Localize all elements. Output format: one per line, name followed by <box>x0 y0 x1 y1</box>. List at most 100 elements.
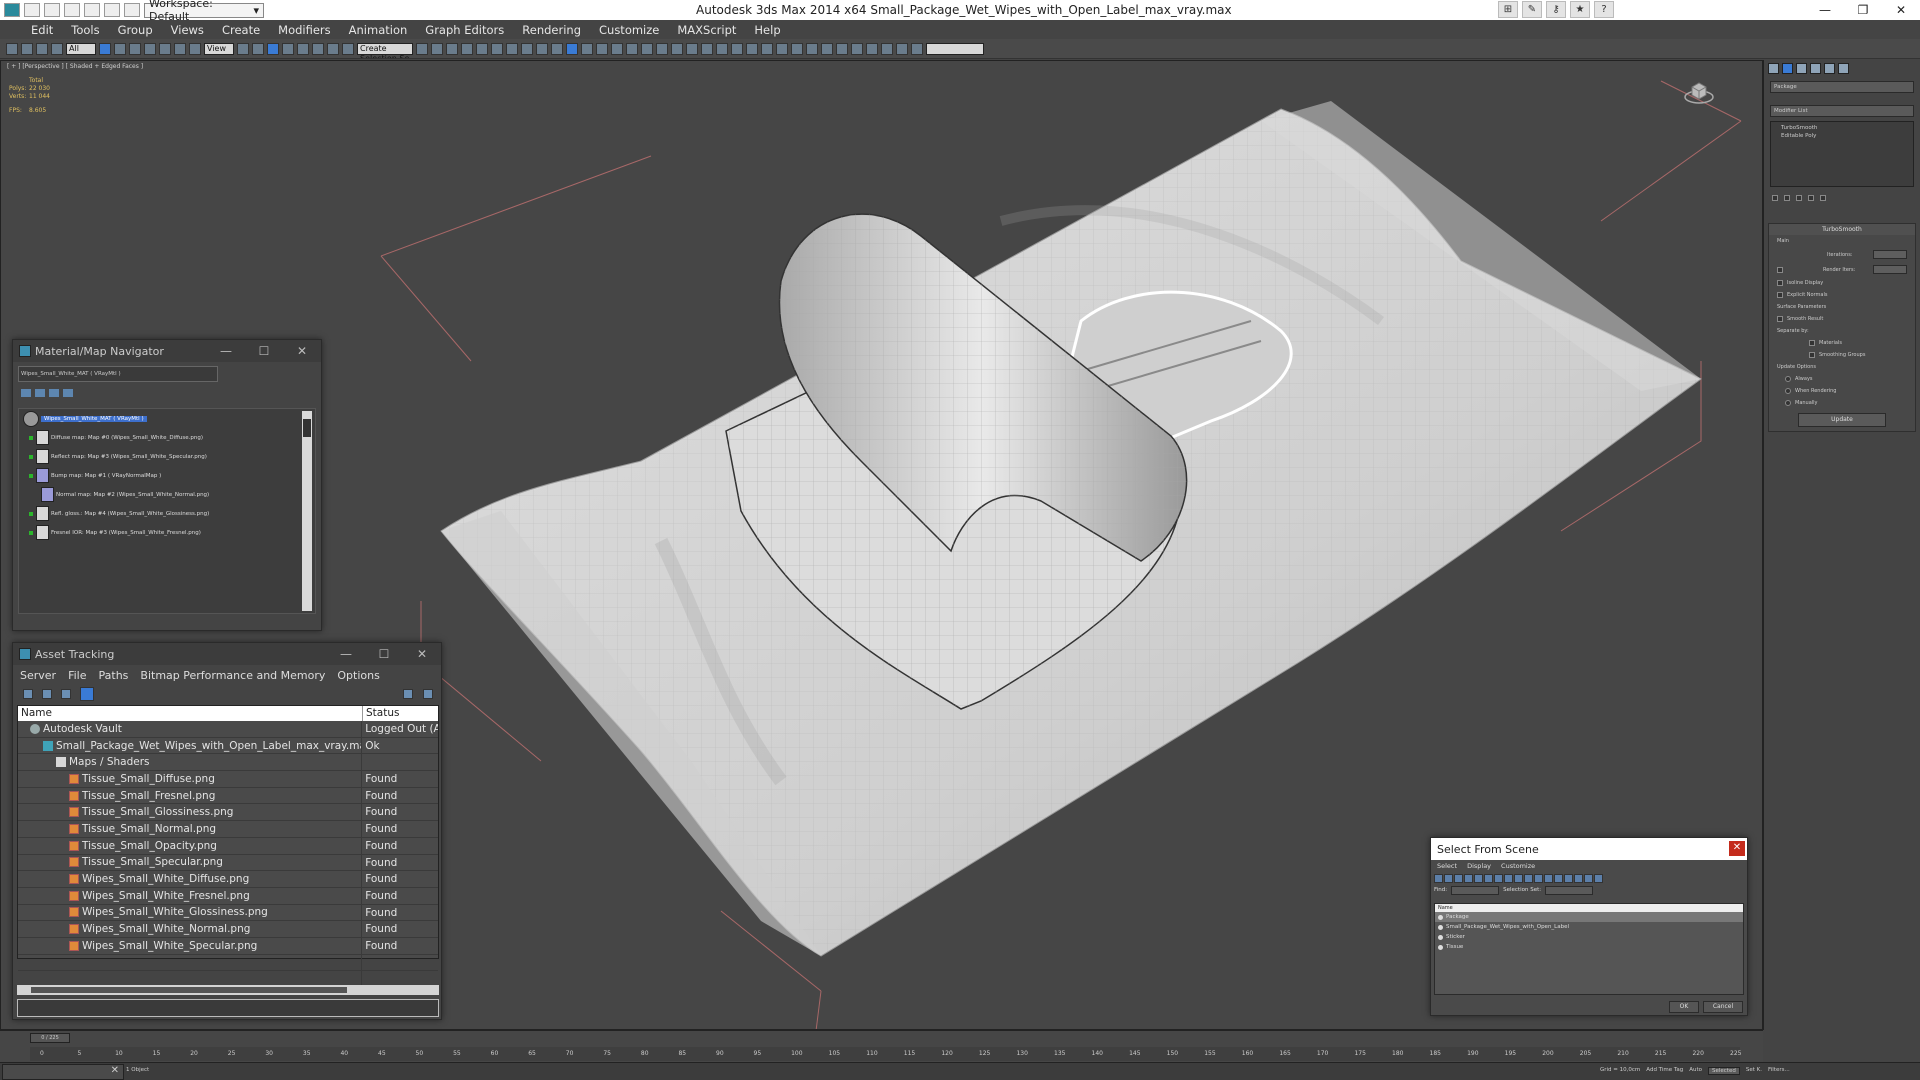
maximize-icon[interactable]: ❐ <box>1844 0 1882 20</box>
menu-help[interactable]: Help <box>745 23 789 37</box>
vray-plane-icon[interactable] <box>686 42 698 55</box>
set-key-button[interactable]: Set K. <box>1746 1067 1762 1075</box>
table-row[interactable]: Wipes_Small_White_Fresnel.png Found <box>18 887 438 905</box>
new-file-icon[interactable] <box>24 3 40 17</box>
undo-toolbar-icon[interactable] <box>6 42 18 55</box>
menu-edit[interactable]: Edit <box>22 23 62 37</box>
close-icon[interactable]: ✕ <box>403 643 441 665</box>
close-icon[interactable]: ✕ <box>1729 841 1745 856</box>
auto-key-button[interactable]: Auto <box>1689 1067 1702 1075</box>
tree-item-normal[interactable]: Normal map: Map #2 (Wipes_Small_White_No… <box>19 485 315 504</box>
filter-frozen-icon[interactable] <box>1534 873 1543 883</box>
select-from-scene-titlebar[interactable]: Select From Scene ✕ <box>1431 838 1747 860</box>
view-large-icons-icon[interactable] <box>63 389 73 397</box>
key-mode-dropdown[interactable]: Selected <box>1707 1067 1740 1075</box>
hierarchy-tab-icon[interactable] <box>1796 63 1807 74</box>
material-name-field[interactable]: Wipes_Small_White_MAT ( VRayMtl ) <box>18 366 218 382</box>
table-row[interactable]: Tissue_Small_Glossiness.png Found <box>18 804 438 822</box>
table-row[interactable]: Wipes_Small_White_Diffuse.png Found <box>18 871 438 888</box>
maxscript-listener-mini[interactable]: ✕ <box>2 1064 124 1080</box>
column-header-status[interactable]: Status <box>363 706 399 721</box>
filter-geometry-icon[interactable] <box>1434 873 1443 883</box>
close-icon[interactable]: ✕ <box>1882 0 1920 20</box>
table-row[interactable]: Tissue_Small_Diffuse.png Found <box>18 771 438 788</box>
vray-light-icon[interactable] <box>596 42 608 55</box>
sort-icon[interactable] <box>1594 873 1603 883</box>
column-header-name[interactable]: Name <box>1435 904 1743 912</box>
ok-button[interactable]: OK <box>1669 1001 1699 1013</box>
menu-rendering[interactable]: Rendering <box>513 23 590 37</box>
table-row[interactable]: Wipes_Small_White_Normal.png Found <box>18 921 438 938</box>
explicit-normals-checkbox[interactable] <box>1777 292 1783 298</box>
reference-coordinate-dropdown[interactable]: View <box>204 42 234 55</box>
vray-proxy-icon[interactable] <box>641 42 653 55</box>
filter-containers-icon[interactable] <box>1524 873 1533 883</box>
vray-mesh-export-icon[interactable] <box>701 42 713 55</box>
add-time-tag-label[interactable]: Add Time Tag <box>1646 1067 1683 1075</box>
settings-icon[interactable] <box>423 689 433 699</box>
stack-item-turbosmooth[interactable]: TurboSmooth <box>1775 124 1909 132</box>
selection-filter-dropdown[interactable]: All <box>66 42 96 55</box>
close-icon[interactable]: ✕ <box>283 340 321 362</box>
vray-bulb-icon[interactable] <box>731 42 743 55</box>
xref-icon[interactable] <box>881 42 893 55</box>
display-tab-icon[interactable] <box>1824 63 1835 74</box>
project-folder-icon[interactable] <box>124 3 140 17</box>
filter-cameras-icon[interactable] <box>1464 873 1473 883</box>
table-row[interactable]: Autodesk Vault Logged Out (Ass... <box>18 721 438 738</box>
filter-lights-icon[interactable] <box>1454 873 1463 883</box>
render-iters-spinner[interactable] <box>1873 265 1907 274</box>
viewport-label[interactable]: [ + ] [Perspective ] [ Shaded + Edged Fa… <box>7 63 143 70</box>
key-filters-button[interactable]: Filters... <box>1768 1067 1790 1075</box>
pin-stack-icon[interactable] <box>1772 195 1778 201</box>
menu-create[interactable]: Create <box>213 23 269 37</box>
view-list-icon[interactable] <box>21 389 31 397</box>
smoothing-groups-checkbox[interactable] <box>1809 352 1815 358</box>
update-button[interactable]: Update <box>1798 413 1886 427</box>
pivot-center-icon[interactable] <box>237 42 249 55</box>
tree-item-gloss[interactable]: Refl. gloss.: Map #4 (Wipes_Small_White_… <box>19 504 315 523</box>
minimize-icon[interactable]: — <box>207 340 245 362</box>
scrollbar-thumb[interactable] <box>303 419 311 437</box>
view-small-icons-icon[interactable] <box>49 389 59 397</box>
star-icon[interactable]: ★ <box>1570 1 1590 18</box>
tree-item-fresnel[interactable]: Fresnel IOR: Map #3 (Wipes_Small_White_F… <box>19 523 315 542</box>
table-row[interactable]: Tissue_Small_Specular.png Found <box>18 854 438 872</box>
menu-server[interactable]: Server <box>20 669 62 682</box>
menu-options[interactable]: Options <box>337 669 385 682</box>
vray-frame-buffer-icon[interactable] <box>581 42 593 55</box>
save-file-icon[interactable] <box>64 3 80 17</box>
menu-views[interactable]: Views <box>162 23 213 37</box>
menu-bitmap-performance[interactable]: Bitmap Performance and Memory <box>140 669 331 682</box>
always-radio[interactable] <box>1785 376 1791 382</box>
menu-customize[interactable]: Customize <box>590 23 668 37</box>
unlink-icon[interactable] <box>36 42 48 55</box>
select-and-manipulate-icon[interactable] <box>252 42 264 55</box>
render-setup-icon[interactable] <box>521 42 533 55</box>
material-editor-icon[interactable] <box>506 42 518 55</box>
remove-modifier-icon[interactable] <box>1808 195 1814 201</box>
filter-shapes-icon[interactable] <box>1444 873 1453 883</box>
tree-item-root[interactable]: Wipes_Small_White_MAT ( VRayMtl ) <box>19 409 315 428</box>
viewcube-icon[interactable] <box>1684 75 1714 105</box>
iterations-spinner[interactable] <box>1873 250 1907 259</box>
schematic-view-icon[interactable] <box>491 42 503 55</box>
vray-sphere-icon[interactable] <box>671 42 683 55</box>
column-header-name[interactable]: Name <box>18 706 363 721</box>
bind-space-warp-icon[interactable] <box>51 42 63 55</box>
display-children-icon[interactable] <box>1584 873 1593 883</box>
vray-camera-icon[interactable] <box>761 42 773 55</box>
help-icon[interactable] <box>403 689 413 699</box>
menu-maxscript[interactable]: MAXScript <box>668 23 745 37</box>
layer-manager-icon[interactable] <box>446 42 458 55</box>
asset-horizontal-scrollbar[interactable] <box>17 985 439 995</box>
table-row[interactable]: Small_Package_Wet_Wipes_with_Open_Label_… <box>18 737 438 755</box>
selection-set-dropdown[interactable] <box>1545 885 1594 895</box>
menu-display[interactable]: Display <box>1467 862 1491 870</box>
minimize-icon[interactable]: — <box>327 643 365 665</box>
region-select-icon[interactable] <box>129 42 141 55</box>
time-slider[interactable]: 0 / 225 <box>30 1033 70 1043</box>
select-object-icon[interactable] <box>99 42 111 55</box>
materials-checkbox[interactable] <box>1809 340 1815 346</box>
isoline-display-checkbox[interactable] <box>1777 280 1783 286</box>
